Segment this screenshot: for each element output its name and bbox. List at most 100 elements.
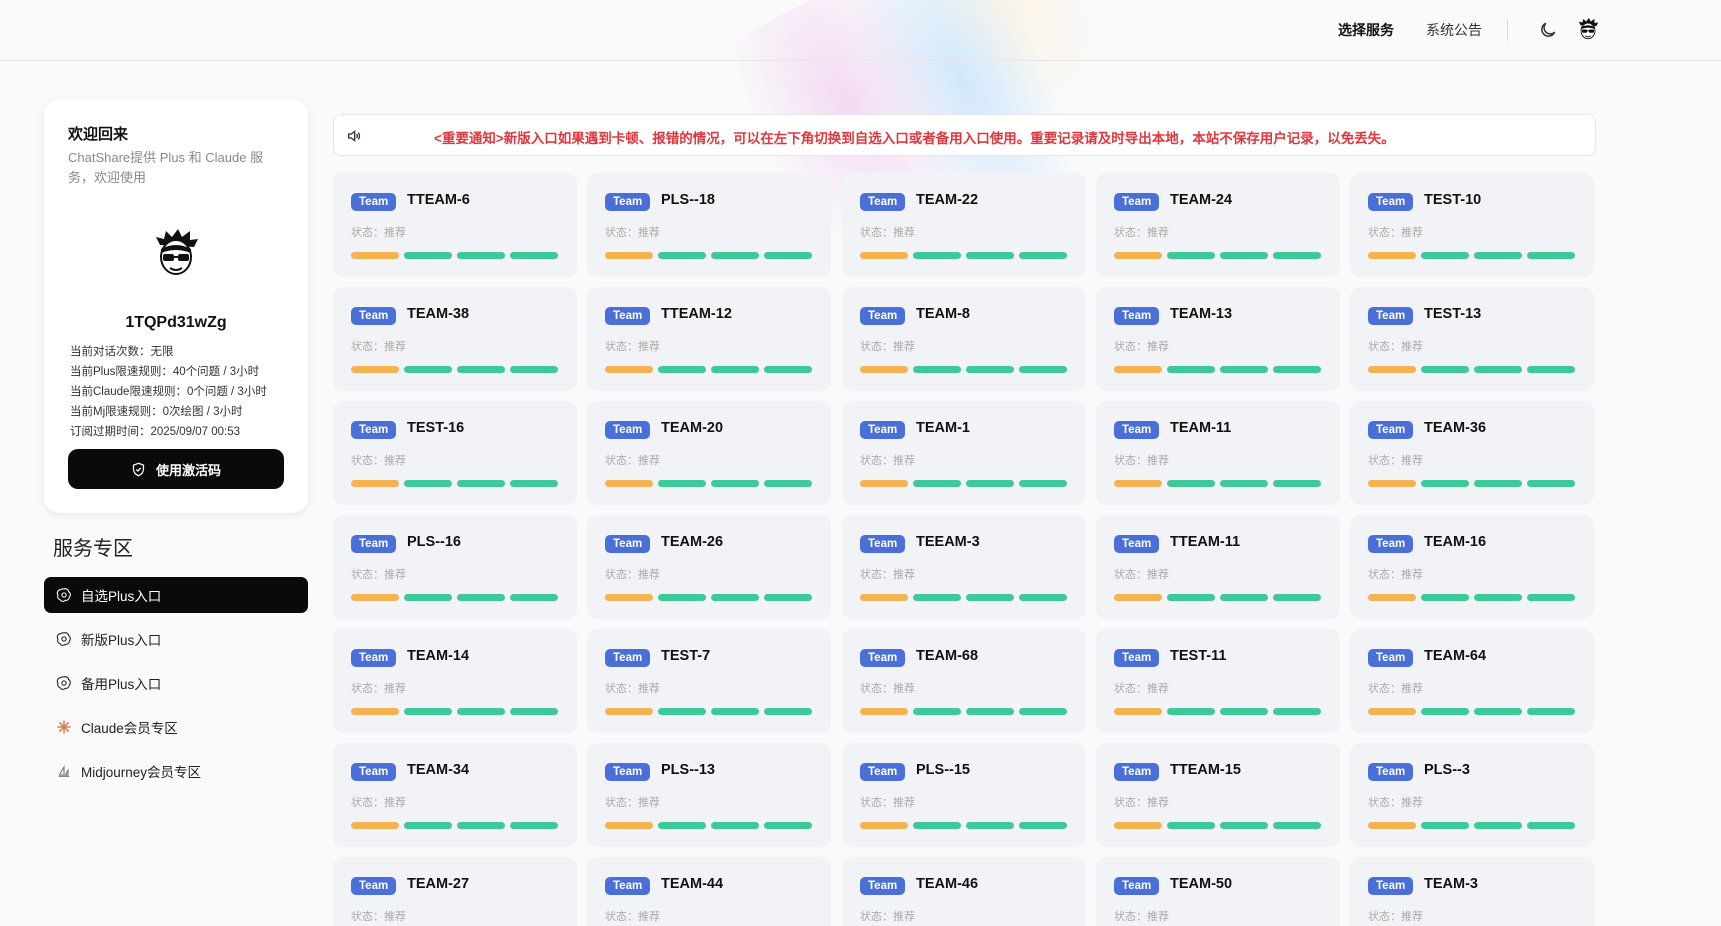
openai-icon	[56, 588, 71, 602]
account-card[interactable]: Team TEAM-36 状态：推荐	[1350, 401, 1594, 505]
team-badge: Team	[1368, 877, 1414, 895]
team-badge: Team	[1368, 421, 1414, 439]
nav-announcements[interactable]: 系统公告	[1426, 20, 1482, 40]
account-card[interactable]: Team TEAM-1 状态：推荐	[842, 401, 1086, 505]
account-card[interactable]: Team TEAM-46 状态：推荐	[842, 857, 1086, 926]
account-card[interactable]: Team TEAM-11 状态：推荐	[1096, 401, 1340, 505]
status-bar	[1019, 366, 1067, 373]
avatar-icon[interactable]	[1576, 17, 1600, 41]
usage-info: 当前对话次数：无限 当前Plus限速规则：40个问题 / 3小时 当前Claud…	[70, 342, 267, 442]
sidebar-item-claude[interactable]: Claude会员专区	[44, 709, 308, 745]
account-card[interactable]: Team TTEAM-11 状态：推荐	[1096, 515, 1340, 619]
account-card[interactable]: Team TEAM-26 状态：推荐	[587, 515, 831, 619]
account-status: 状态：推荐	[1114, 569, 1169, 581]
status-bars	[351, 366, 558, 373]
status-bar	[658, 594, 706, 601]
status-bar	[404, 366, 452, 373]
sidebar-item-backup-plus[interactable]: 备用Plus入口	[44, 665, 308, 701]
account-status: 状态：推荐	[605, 227, 660, 239]
account-card[interactable]: Team TEST-10 状态：推荐	[1350, 173, 1594, 277]
status-bar	[764, 366, 812, 373]
account-status: 状态：推荐	[1114, 683, 1169, 695]
account-card[interactable]: Team TEAM-3 状态：推荐	[1350, 857, 1594, 926]
nav-divider	[1507, 19, 1508, 41]
status-bar	[1368, 480, 1416, 487]
account-card[interactable]: Team TTEAM-6 状态：推荐	[333, 173, 577, 277]
status-bars	[860, 480, 1067, 487]
services-title: 服务专区	[53, 536, 133, 560]
account-status: 状态：推荐	[605, 455, 660, 467]
account-status: 状态：推荐	[605, 683, 660, 695]
account-name: PLS--16	[407, 534, 461, 550]
account-name: TEAM-11	[1170, 420, 1232, 436]
account-card[interactable]: Team PLS--16 状态：推荐	[333, 515, 577, 619]
status-bar	[1474, 480, 1522, 487]
team-badge: Team	[351, 877, 397, 895]
account-card[interactable]: Team PLS--15 状态：推荐	[842, 743, 1086, 847]
account-card[interactable]: Team TEAM-27 状态：推荐	[333, 857, 577, 926]
status-bar	[1220, 366, 1268, 373]
status-bar	[1527, 708, 1575, 715]
team-badge: Team	[605, 877, 651, 895]
account-name: TEAM-3	[1424, 876, 1478, 892]
account-name: TTEAM-6	[407, 192, 470, 208]
account-card[interactable]: Team PLS--3 状态：推荐	[1350, 743, 1594, 847]
account-card[interactable]: Team TEAM-50 状态：推荐	[1096, 857, 1340, 926]
account-status: 状态：推荐	[860, 341, 915, 353]
account-card[interactable]: Team TTEAM-12 状态：推荐	[587, 287, 831, 391]
status-bar	[711, 708, 759, 715]
account-status: 状态：推荐	[1368, 341, 1423, 353]
account-card[interactable]: Team TEAM-8 状态：推荐	[842, 287, 1086, 391]
moon-icon[interactable]	[1538, 20, 1558, 40]
account-name: TEAM-44	[661, 876, 724, 892]
sidebar-item-new-plus[interactable]: 新版Plus入口	[44, 621, 308, 657]
account-status: 状态：推荐	[1114, 455, 1169, 467]
status-bar	[1421, 366, 1469, 373]
activate-code-button[interactable]: 使用激活码	[68, 449, 284, 489]
account-card[interactable]: Team PLS--13 状态：推荐	[587, 743, 831, 847]
account-card[interactable]: Team TEAM-68 状态：推荐	[842, 629, 1086, 733]
account-status: 状态：推荐	[605, 341, 660, 353]
account-status: 状态：推荐	[1368, 455, 1423, 467]
account-card[interactable]: Team TEAM-20 状态：推荐	[587, 401, 831, 505]
status-bar	[1220, 708, 1268, 715]
account-card[interactable]: Team TEST-13 状态：推荐	[1350, 287, 1594, 391]
account-status: 状态：推荐	[351, 227, 406, 239]
status-bar	[1220, 480, 1268, 487]
account-card[interactable]: Team TEAM-34 状态：推荐	[333, 743, 577, 847]
account-name: TEEAM-3	[916, 534, 980, 550]
account-card[interactable]: Team TEAM-16 状态：推荐	[1350, 515, 1594, 619]
sidebar-item-midjourney[interactable]: Midjourney会员专区	[44, 753, 308, 789]
account-card[interactable]: Team TEEAM-3 状态：推荐	[842, 515, 1086, 619]
account-name: TEST-7	[661, 648, 711, 664]
account-card[interactable]: Team PLS--18 状态：推荐	[587, 173, 831, 277]
sidebar-item-custom-plus[interactable]: 自选Plus入口	[44, 577, 308, 613]
status-bar	[860, 480, 908, 487]
account-card[interactable]: Team TEAM-24 状态：推荐	[1096, 173, 1340, 277]
account-card[interactable]: Team TEAM-14 状态：推荐	[333, 629, 577, 733]
openai-icon	[56, 676, 71, 690]
account-status: 状态：推荐	[860, 569, 915, 581]
info-line: 当前Mj限速规则：0次绘图 / 3小时	[70, 406, 243, 418]
account-card[interactable]: Team TEAM-64 状态：推荐	[1350, 629, 1594, 733]
status-bar	[860, 366, 908, 373]
account-card[interactable]: Team TEAM-13 状态：推荐	[1096, 287, 1340, 391]
account-card[interactable]: Team TTEAM-15 状态：推荐	[1096, 743, 1340, 847]
nav-select-service[interactable]: 选择服务	[1338, 20, 1394, 40]
status-bar	[1273, 480, 1321, 487]
account-card[interactable]: Team TEAM-44 状态：推荐	[587, 857, 831, 926]
status-bars	[860, 252, 1067, 259]
account-card[interactable]: Team TEST-7 状态：推荐	[587, 629, 831, 733]
status-bar	[966, 822, 1014, 829]
account-card[interactable]: Team TEST-16 状态：推荐	[333, 401, 577, 505]
status-bar	[1167, 480, 1215, 487]
shield-check-icon	[132, 462, 145, 476]
status-bar	[764, 252, 812, 259]
account-card[interactable]: Team TEAM-22 状态：推荐	[842, 173, 1086, 277]
welcome-subtitle: ChatShare提供 Plus 和 Claude 服务，欢迎使用	[68, 150, 264, 185]
account-card[interactable]: Team TEST-11 状态：推荐	[1096, 629, 1340, 733]
status-bar	[1421, 252, 1469, 259]
status-bar	[457, 822, 505, 829]
account-card[interactable]: Team TEAM-38 状态：推荐	[333, 287, 577, 391]
team-badge: Team	[1114, 421, 1160, 439]
